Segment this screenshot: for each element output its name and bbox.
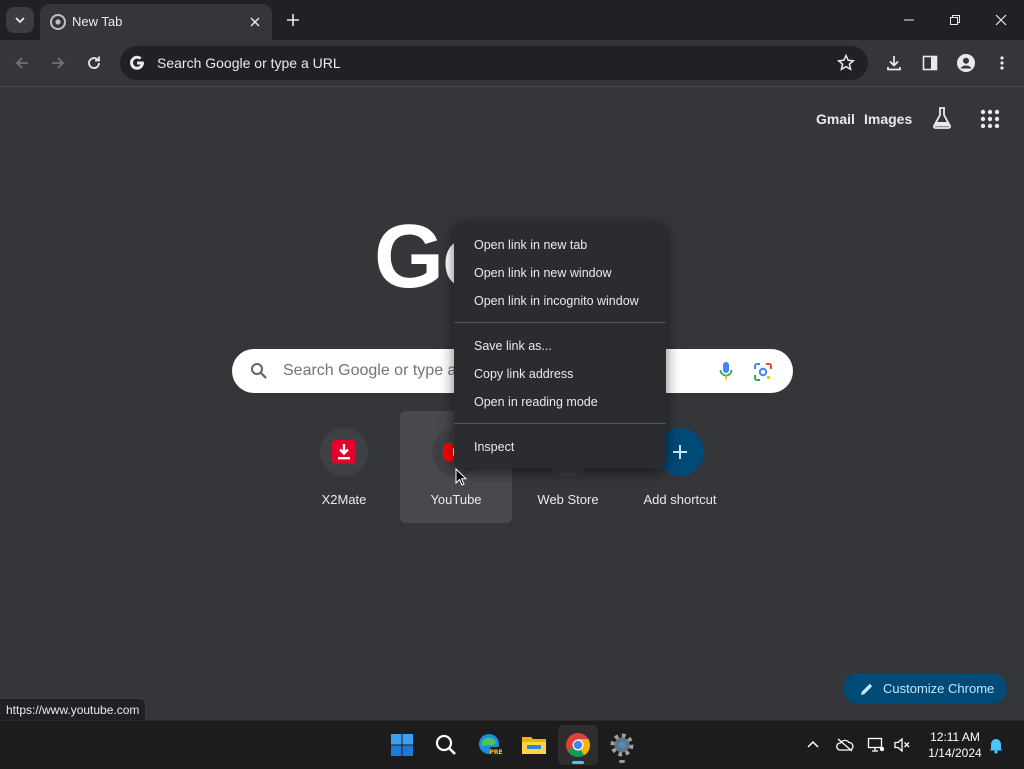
images-link[interactable]: Images	[864, 111, 912, 127]
taskbar-settings-button[interactable]	[602, 725, 642, 765]
google-g-icon	[130, 55, 144, 70]
menu-item-open-new-window[interactable]: Open link in new window	[474, 266, 612, 280]
side-panel-button[interactable]	[918, 51, 942, 75]
status-url: https://www.youtube.com	[0, 698, 147, 721]
shortcut-label: Add shortcut	[643, 492, 717, 507]
menu-separator	[454, 322, 666, 323]
apps-grid-icon[interactable]	[980, 109, 1000, 129]
minimize-button[interactable]	[886, 0, 932, 40]
plus-icon	[287, 14, 299, 26]
shortcut-x2mate[interactable]: X2Mate	[288, 411, 400, 523]
menu-item-open-new-tab[interactable]: Open link in new tab	[474, 238, 587, 252]
back-button[interactable]	[9, 50, 35, 76]
chevron-down-icon	[15, 17, 25, 24]
gmail-link[interactable]: Gmail	[816, 111, 855, 127]
download-icon	[887, 56, 901, 71]
labs-flask-icon[interactable]	[931, 106, 953, 130]
tab-search-button[interactable]	[6, 7, 34, 33]
chrome-favicon-icon	[50, 14, 66, 30]
taskbar-clock[interactable]: 12:11 AM 1/14/2024	[920, 729, 990, 761]
edge-icon: PRE	[479, 734, 503, 756]
forward-button[interactable]	[45, 50, 71, 76]
plus-icon	[673, 445, 687, 459]
omnibox-placeholder: Search Google or type a URL	[157, 55, 341, 71]
forward-icon	[52, 57, 65, 69]
start-button[interactable]	[382, 725, 422, 765]
onedrive-tray-button[interactable]	[835, 735, 855, 755]
restore-icon	[950, 15, 960, 25]
menu-item-reading-mode[interactable]: Open in reading mode	[474, 395, 598, 409]
reload-button[interactable]	[81, 50, 107, 76]
tab-title: New Tab	[72, 14, 123, 29]
menu-item-inspect[interactable]: Inspect	[474, 440, 514, 454]
taskbar-search-button[interactable]	[426, 725, 466, 765]
clock-time: 12:11 AM	[930, 730, 980, 744]
restore-button[interactable]	[932, 0, 978, 40]
chrome-icon	[566, 733, 590, 758]
search-icon	[251, 363, 267, 379]
tab-close-button[interactable]	[246, 13, 264, 31]
menu-item-open-incognito[interactable]: Open link in incognito window	[474, 294, 639, 308]
search-placeholder: Search Google or type a	[283, 362, 457, 379]
customize-chrome-button[interactable]: Customize Chrome	[843, 673, 1007, 704]
active-indicator	[572, 761, 584, 764]
shortcut-label: Web Store	[537, 492, 599, 507]
shortcut-label: YouTube	[430, 492, 482, 507]
onedrive-icon	[836, 738, 854, 752]
shortcut-label: X2Mate	[321, 492, 367, 507]
windows-start-icon	[391, 734, 413, 756]
menu-item-copy-link[interactable]: Copy link address	[474, 367, 573, 381]
new-tab-button[interactable]	[282, 9, 304, 31]
menu-separator	[454, 423, 666, 424]
customize-label: Customize Chrome	[883, 681, 995, 696]
context-menu: Open link in new tab Open link in new wi…	[454, 222, 666, 468]
notification-bell-icon	[989, 738, 1003, 754]
reload-icon	[88, 56, 100, 69]
pencil-icon	[861, 683, 873, 695]
close-icon	[250, 17, 260, 27]
volume-muted-icon	[894, 737, 910, 753]
taskbar-edge-button[interactable]: PRE	[470, 725, 510, 765]
side-panel-icon	[922, 55, 938, 71]
show-hidden-icons-button[interactable]	[803, 735, 823, 755]
menu-item-save-link[interactable]: Save link as...	[474, 339, 552, 353]
back-icon	[15, 57, 28, 69]
tab-new-tab[interactable]: New Tab	[40, 4, 272, 40]
explorer-icon	[522, 737, 546, 754]
toolbar: Search Google or type a URL	[0, 40, 1024, 87]
star-icon[interactable]	[836, 53, 856, 73]
mic-icon[interactable]	[718, 361, 734, 381]
downloads-button[interactable]	[882, 51, 906, 75]
lens-icon[interactable]	[753, 362, 773, 382]
mouse-cursor-icon	[455, 468, 467, 486]
taskbar: PRE 12:11 AM 1/14/2024	[0, 720, 1024, 769]
taskbar-chrome-button[interactable]	[558, 725, 598, 765]
shortcut-tile	[320, 428, 368, 476]
close-icon	[995, 14, 1007, 26]
network-tray-button[interactable]	[866, 735, 886, 755]
network-icon	[867, 737, 885, 752]
taskbar-file-explorer-button[interactable]	[514, 725, 554, 765]
x2mate-download-icon	[332, 440, 356, 464]
clock-date: 1/14/2024	[928, 746, 982, 760]
minimize-icon	[904, 19, 914, 21]
search-icon	[435, 734, 456, 755]
tab-strip: New Tab	[0, 0, 1024, 40]
profile-button[interactable]	[954, 51, 978, 75]
chrome-menu-button[interactable]	[990, 51, 1014, 75]
notification-center-button[interactable]	[986, 735, 1006, 755]
settings-gear-icon	[610, 733, 634, 757]
chevron-up-icon	[807, 740, 819, 748]
volume-tray-button[interactable]	[892, 735, 912, 755]
profile-icon	[957, 54, 975, 72]
kebab-menu-icon	[1000, 56, 1004, 70]
svg-text:PRE: PRE	[489, 749, 502, 756]
omnibox[interactable]: Search Google or type a URL	[120, 46, 868, 80]
close-window-button[interactable]	[978, 0, 1024, 40]
running-indicator	[619, 760, 625, 763]
